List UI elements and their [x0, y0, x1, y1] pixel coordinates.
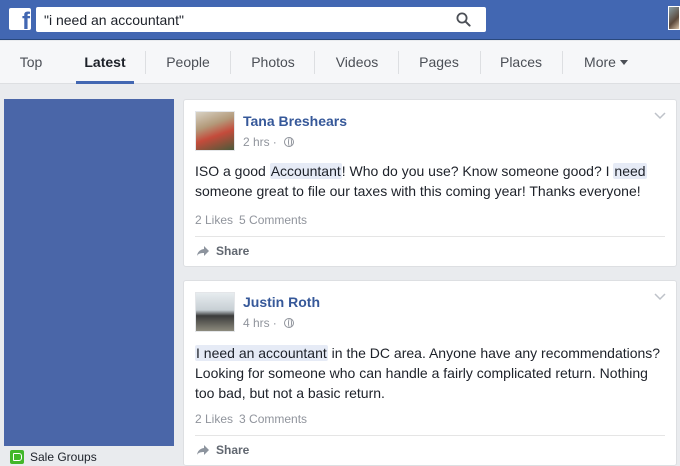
tab-divider: [145, 51, 146, 74]
post-text-part: ISO a good: [195, 163, 270, 179]
share-label: Share: [216, 244, 250, 258]
tab-divider: [480, 51, 481, 74]
share-label: Share: [216, 443, 250, 457]
search-input[interactable]: [36, 7, 436, 32]
comments-count[interactable]: 5 Comments: [239, 213, 307, 227]
chevron-down-icon[interactable]: [654, 293, 666, 301]
post-author[interactable]: Justin Roth: [243, 294, 320, 310]
post-text-part: ! Who do you use? Know someone good? I: [341, 163, 614, 179]
post-time[interactable]: 2 hrs: [243, 135, 270, 149]
tab-divider: [562, 51, 563, 74]
likes-count[interactable]: 2 Likes: [195, 412, 233, 426]
tab-pages[interactable]: Pages: [403, 41, 475, 84]
search-highlight: I need an accountant: [195, 345, 328, 361]
share-icon: [197, 246, 209, 256]
search-highlight: need: [613, 163, 647, 179]
post-meta: 4 hrs ·: [243, 316, 294, 330]
tab-more-label: More: [584, 54, 616, 70]
post-text: I need an accountant in the DC area. Any…: [195, 343, 670, 403]
share-icon: [197, 445, 209, 455]
tab-latest[interactable]: Latest: [76, 41, 134, 84]
left-filter-panel: [4, 99, 174, 446]
globe-icon[interactable]: [283, 137, 294, 147]
globe-icon[interactable]: [283, 318, 294, 328]
search-filter-tabs: Top Latest People Photos Videos Pages Pl…: [0, 41, 680, 84]
tab-top[interactable]: Top: [8, 41, 54, 84]
top-bar: f: [0, 0, 680, 40]
post-stats: 2 Likes 3 Comments: [195, 412, 307, 426]
caret-down-icon: [619, 59, 628, 65]
post-stats: 2 Likes 5 Comments: [195, 213, 307, 227]
meta-separator: ·: [272, 135, 277, 149]
search-button[interactable]: [440, 7, 486, 32]
tab-divider: [314, 51, 315, 74]
post-text-part: someone great to file our taxes with thi…: [195, 183, 641, 199]
likes-count[interactable]: 2 Likes: [195, 213, 233, 227]
comments-count[interactable]: 3 Comments: [239, 412, 307, 426]
divider: [195, 236, 665, 237]
tab-videos[interactable]: Videos: [321, 41, 393, 84]
author-avatar[interactable]: [195, 111, 235, 151]
tab-divider: [398, 51, 399, 74]
share-button[interactable]: Share: [196, 244, 249, 258]
sale-groups-link[interactable]: Sale Groups: [10, 448, 97, 466]
post-card: Justin Roth 4 hrs · I need an accountant …: [183, 280, 677, 466]
profile-avatar[interactable]: [668, 6, 680, 30]
post-text: ISO a good Accountant! Who do you use? K…: [195, 161, 670, 201]
facebook-logo[interactable]: f: [9, 8, 31, 30]
tab-places[interactable]: Places: [485, 41, 557, 84]
tab-divider: [230, 51, 231, 74]
tab-more[interactable]: More: [570, 41, 642, 84]
search-box: [36, 7, 486, 32]
tag-icon: [10, 450, 24, 464]
meta-separator: ·: [272, 316, 277, 330]
tab-people[interactable]: People: [152, 41, 224, 84]
sale-groups-label: Sale Groups: [30, 450, 97, 464]
post-card: Tana Breshears 2 hrs · ISO a good Account…: [183, 99, 677, 267]
chevron-down-icon[interactable]: [654, 112, 666, 120]
post-author[interactable]: Tana Breshears: [243, 113, 347, 129]
search-highlight: Accountant: [269, 163, 342, 179]
share-button[interactable]: Share: [196, 443, 249, 457]
search-icon: [456, 12, 471, 27]
tab-photos[interactable]: Photos: [237, 41, 309, 84]
post-time[interactable]: 4 hrs: [243, 316, 270, 330]
divider: [195, 435, 665, 436]
post-meta: 2 hrs ·: [243, 135, 294, 149]
author-avatar[interactable]: [195, 292, 235, 332]
